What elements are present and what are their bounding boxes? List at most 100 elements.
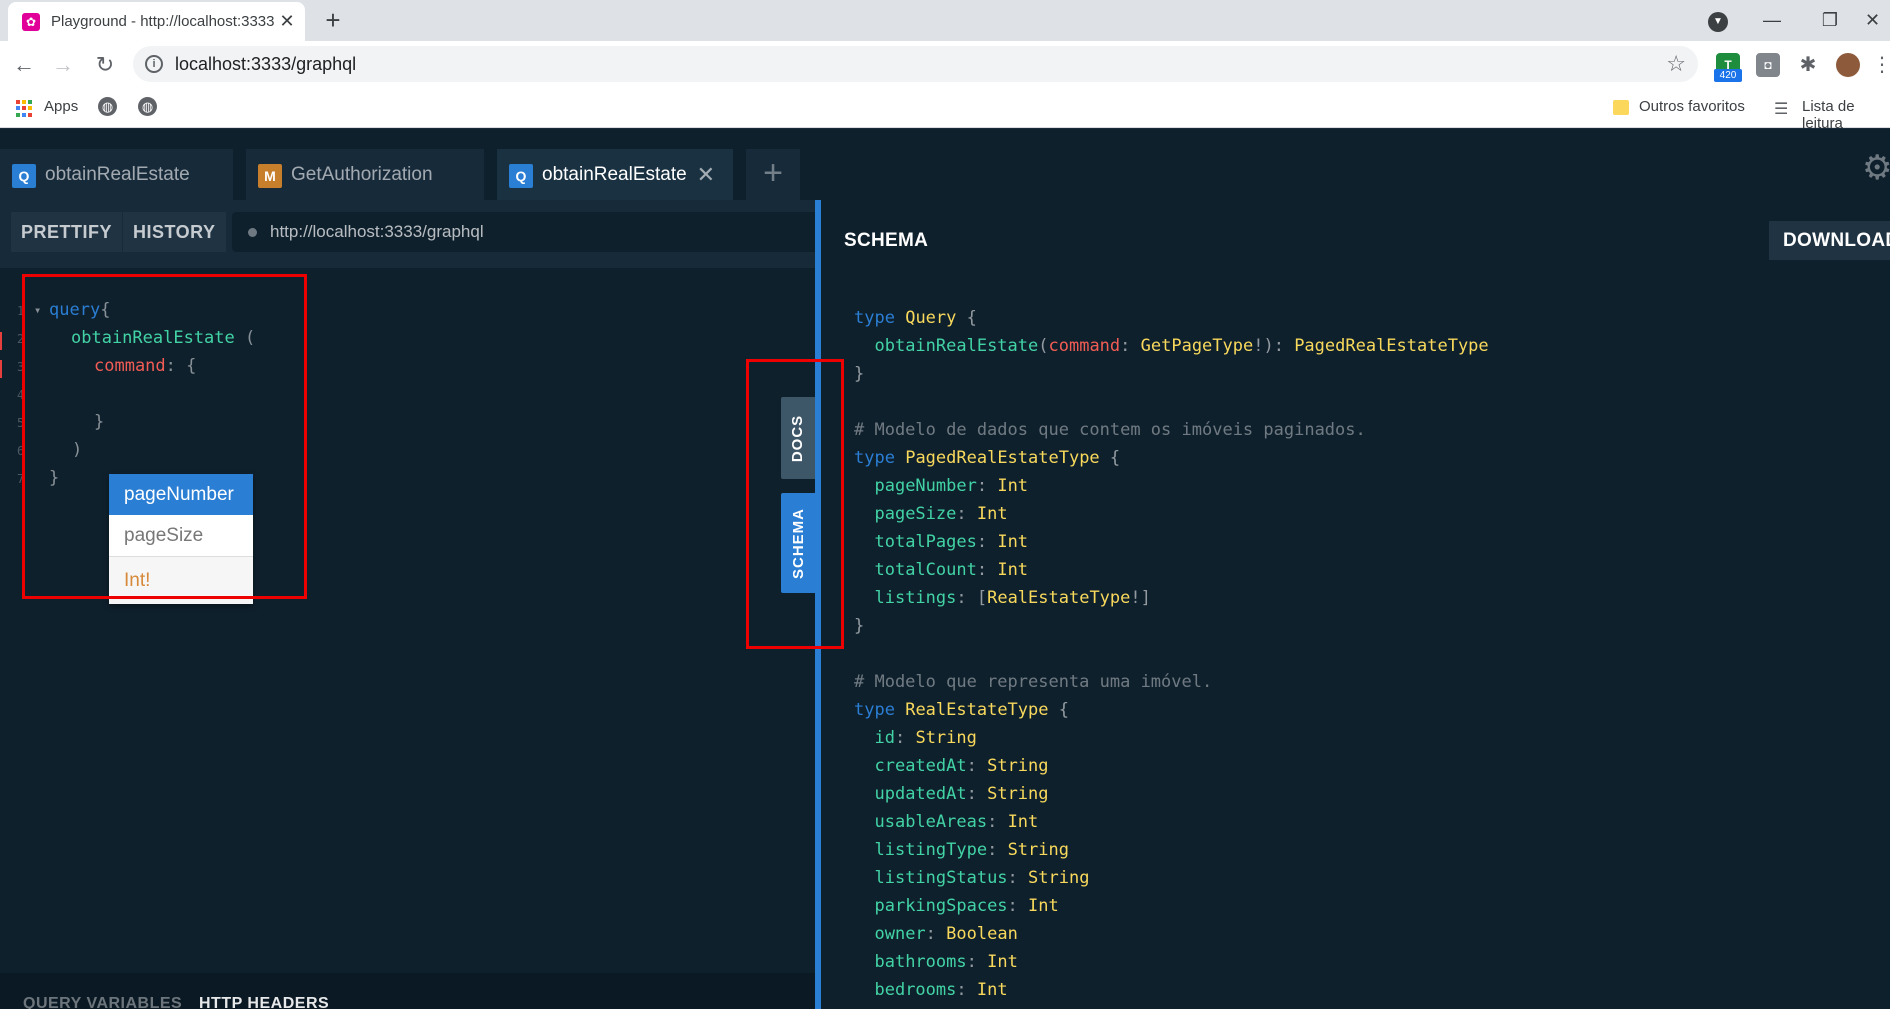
field-type: Boolean — [946, 924, 1018, 944]
forward-arrow-icon[interactable]: → — [48, 50, 78, 80]
apps-grid-icon[interactable] — [16, 100, 33, 117]
schema-comment: # Modelo de dados que contem os imóveis … — [854, 420, 1366, 440]
back-arrow-icon[interactable]: ← — [9, 50, 39, 80]
http-headers-tab[interactable]: HTTP HEADERS — [199, 995, 329, 1009]
tab-get-authorization[interactable]: M GetAuthorization — [246, 149, 484, 200]
schema-field: listingType: String — [874, 840, 1069, 860]
tab-search-icon[interactable]: ▼ — [1708, 12, 1728, 32]
new-tab-button[interactable]: + — [318, 5, 348, 35]
field-name: listings — [874, 588, 957, 608]
type-keyword: type — [854, 700, 895, 720]
field-name: usableAreas — [874, 812, 988, 832]
extension-icon[interactable]: ◘ — [1756, 53, 1780, 77]
tab-obtain-real-estate-2[interactable]: Q obtainRealEstate ✕ — [497, 149, 733, 200]
restore-button[interactable]: ❐ — [1810, 4, 1850, 36]
field-name: obtainRealEstate — [874, 336, 1039, 356]
prettify-button[interactable]: PRETTIFY — [11, 212, 123, 252]
bookmark-reading-list[interactable]: Lista de leitura — [1802, 98, 1890, 132]
graphql-favicon-icon: ✿ — [22, 13, 40, 31]
field-name: updatedAt — [874, 784, 967, 804]
schema-field: createdAt: String — [874, 756, 1049, 776]
field-name: owner — [874, 924, 926, 944]
reload-icon[interactable]: ↻ — [90, 50, 120, 80]
schema-sdl: type Query { obtainRealEstate(command: G… — [854, 304, 1489, 1004]
type-declaration: type PagedRealEstateType { — [854, 448, 1121, 468]
browser-tab-strip: ✿ Playground - http://localhost:3333 ✕ +… — [0, 0, 1890, 41]
bookmark-other-favorites[interactable]: Outros favoritos — [1639, 98, 1745, 115]
schema-panel-title: SCHEMA — [844, 230, 929, 251]
endpoint-input[interactable]: http://localhost:3333/graphql — [232, 212, 815, 252]
bookmark-star-icon[interactable]: ☆ — [1666, 51, 1686, 77]
field-name: listingStatus — [874, 868, 1008, 888]
schema-field: bathrooms: Int — [874, 952, 1018, 972]
field-name: id — [874, 728, 895, 748]
field-type: Int — [987, 952, 1018, 972]
argument-name: command — [1048, 336, 1121, 356]
error-marker — [0, 332, 2, 350]
highlight-box-editor — [22, 274, 307, 599]
field-name: totalCount — [874, 560, 977, 580]
download-button[interactable]: DOWNLOAD — [1769, 221, 1890, 260]
add-tab-button[interactable]: + — [746, 149, 800, 200]
schema-field: totalCount: Int — [874, 560, 1029, 580]
return-type: PagedRealEstateType — [1294, 336, 1489, 356]
menu-dots-icon[interactable]: ⋮ — [1872, 53, 1890, 77]
field-name: pageSize — [874, 504, 957, 524]
settings-gear-icon[interactable]: ⚙ — [1862, 148, 1890, 188]
schema-field: listings: [RealEstateType!] — [874, 588, 1151, 608]
error-marker — [0, 360, 2, 378]
folder-icon — [1613, 100, 1629, 115]
query-badge: Q — [12, 164, 36, 188]
globe-bookmark-icon[interactable]: ◍ — [98, 97, 117, 116]
schema-field: pageNumber: Int — [874, 476, 1029, 496]
field-type: String — [1007, 840, 1069, 860]
address-bar[interactable]: i localhost:3333/graphql ☆ — [133, 46, 1698, 82]
highlight-box-side-tabs — [746, 359, 844, 649]
closing-brace: } — [854, 616, 865, 636]
address-url[interactable]: localhost:3333/graphql — [175, 54, 356, 75]
field-type: String — [987, 784, 1049, 804]
endpoint-url[interactable]: http://localhost:3333/graphql — [270, 222, 484, 242]
browser-tab-title: Playground - http://localhost:3333 — [51, 13, 274, 30]
field-type: Int — [1028, 896, 1059, 916]
schema-field: updatedAt: String — [874, 784, 1049, 804]
status-dot-icon — [248, 228, 257, 237]
schema-field: id: String — [874, 728, 977, 748]
tab-label: GetAuthorization — [291, 164, 433, 185]
field-type: Int — [976, 504, 1008, 524]
type-name: RealEstateType — [905, 700, 1049, 720]
extension-badge: 420 — [1714, 69, 1742, 82]
tab-label: obtainRealEstate — [542, 164, 687, 185]
bottom-panel-bar: QUERY VARIABLES HTTP HEADERS — [0, 973, 815, 1009]
bookmark-apps[interactable]: Apps — [44, 98, 78, 115]
close-tab-icon[interactable]: ✕ — [697, 162, 715, 188]
schema-field: owner: Boolean — [874, 924, 1018, 944]
field-name: listingType — [874, 840, 988, 860]
tab-obtain-real-estate-1[interactable]: Q obtainRealEstate — [0, 149, 233, 200]
mutation-badge: M — [258, 164, 282, 188]
browser-toolbar: ← → ↻ i localhost:3333/graphql ☆ T 420 ◘… — [0, 41, 1890, 88]
schema-field: bedrooms: Int — [874, 980, 1008, 1000]
tab-label: obtainRealEstate — [45, 164, 190, 185]
extensions-puzzle-icon[interactable]: ✱ — [1796, 53, 1820, 77]
profile-avatar[interactable] — [1836, 53, 1860, 77]
query-variables-tab[interactable]: QUERY VARIABLES — [23, 995, 182, 1009]
history-button[interactable]: HISTORY — [123, 212, 226, 252]
field-name: bedrooms — [874, 980, 957, 1000]
schema-field: listingStatus: String — [874, 868, 1090, 888]
minimize-button[interactable]: — — [1752, 4, 1792, 36]
field-type: Int — [997, 560, 1029, 580]
field-type: Int — [997, 476, 1029, 496]
close-window-button[interactable]: ✕ — [1865, 4, 1890, 36]
closing-brace: } — [854, 364, 865, 384]
info-icon[interactable]: i — [145, 55, 163, 73]
field-name: totalPages — [874, 532, 977, 552]
type-name: Query — [905, 308, 957, 328]
schema-field: obtainRealEstate(command: GetPageType!):… — [874, 336, 1489, 356]
schema-field: totalPages: Int — [874, 532, 1029, 552]
close-tab-icon[interactable]: ✕ — [275, 9, 299, 33]
browser-tab[interactable]: ✿ Playground - http://localhost:3333 ✕ — [8, 2, 305, 41]
globe-bookmark-icon[interactable]: ◍ — [138, 97, 157, 116]
schema-field: pageSize: Int — [874, 504, 1008, 524]
type-declaration: type Query { — [854, 308, 977, 328]
